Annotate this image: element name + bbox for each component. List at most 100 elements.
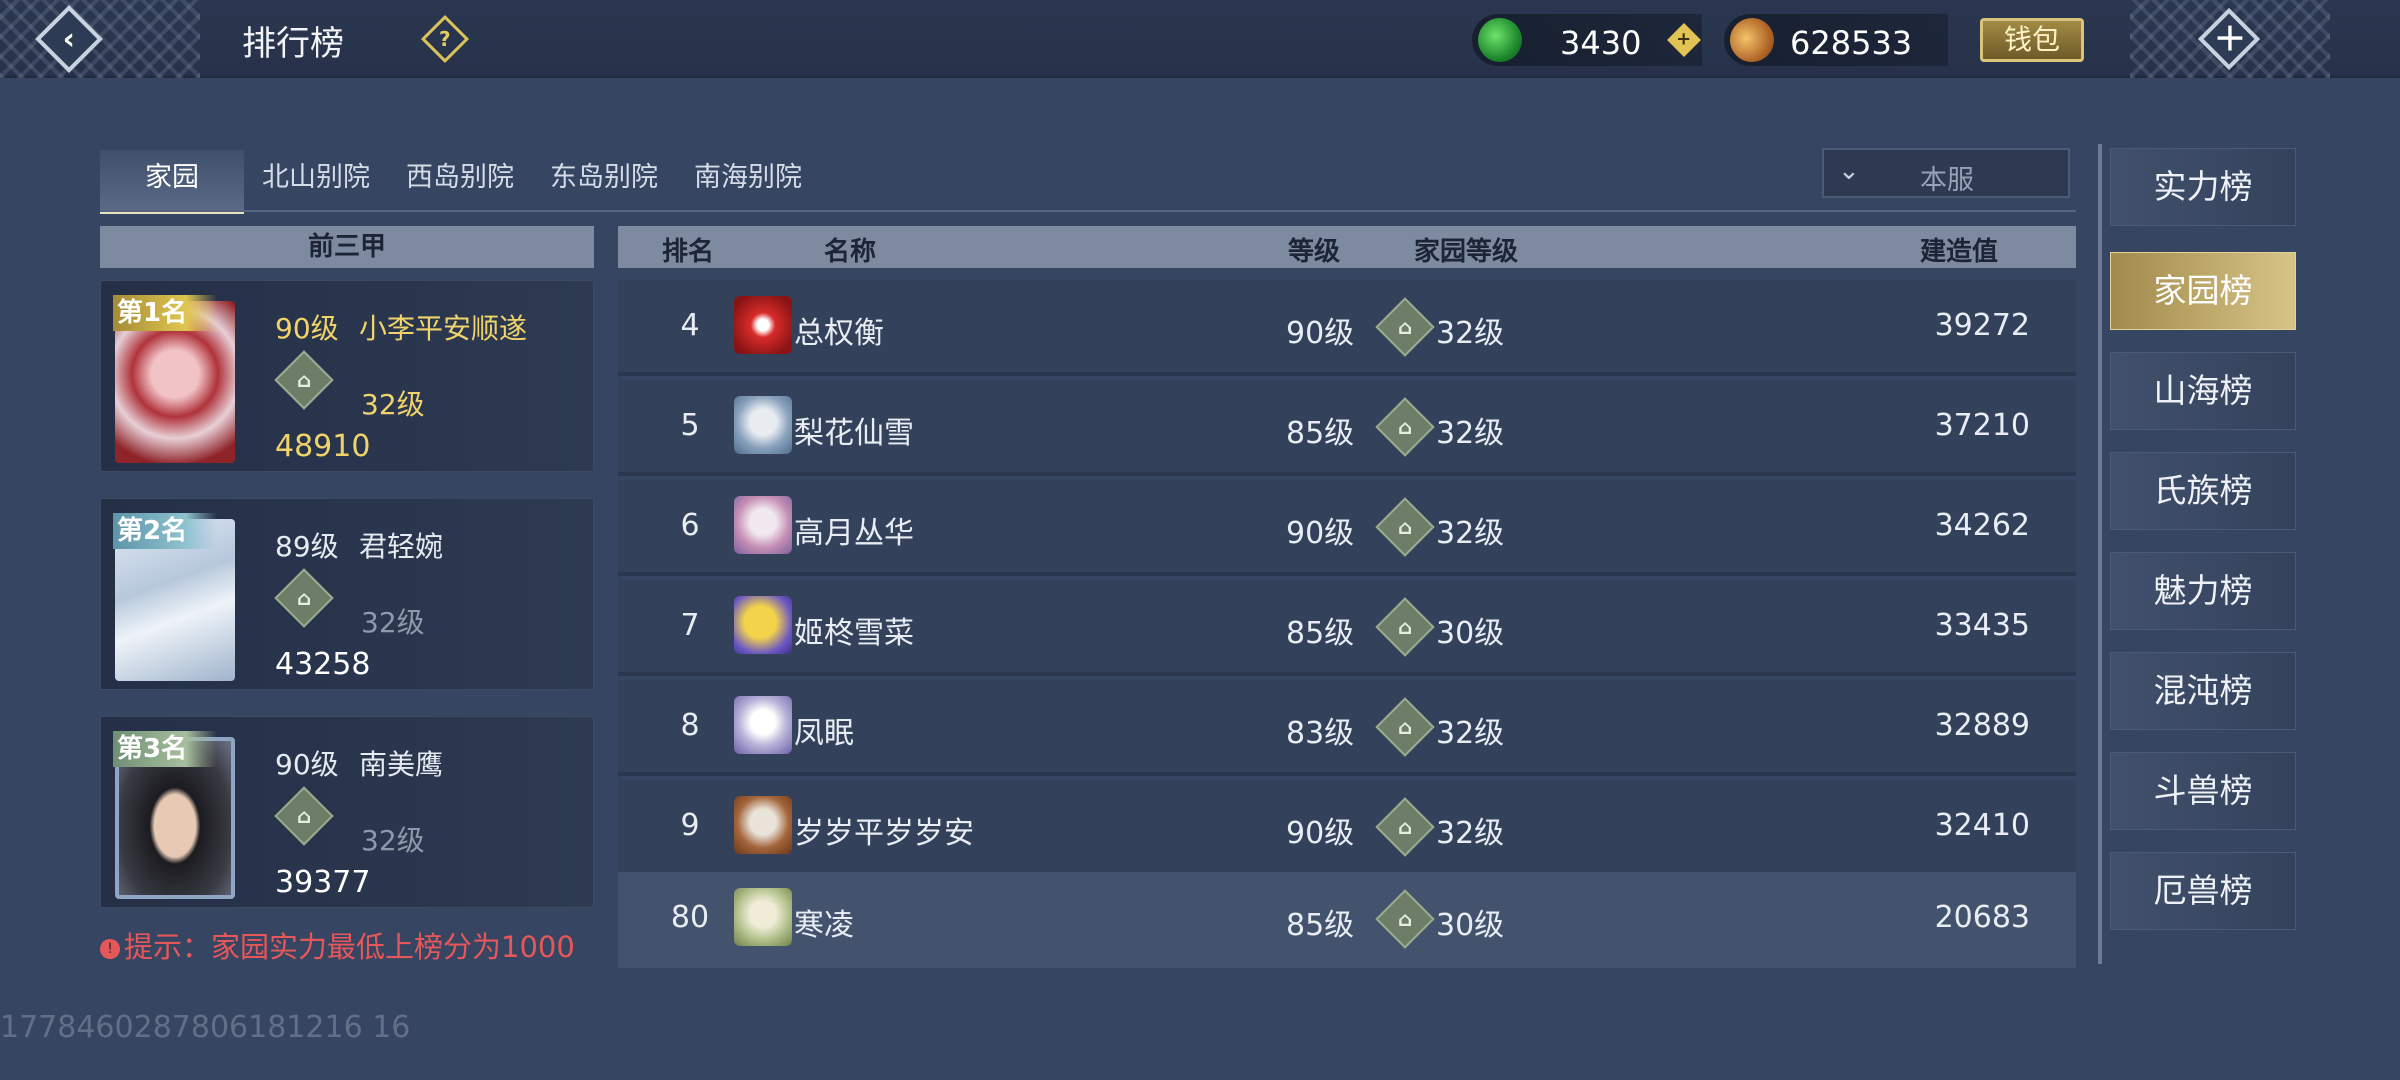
server-dropdown-value: 本服 (1920, 165, 1974, 196)
nav-beast-fight-rank[interactable]: 斗兽榜 (2110, 752, 2296, 830)
nav-strength-rank[interactable]: 实力榜 (2110, 148, 2296, 226)
table-row[interactable]: 5 梨花仙雪 85级 ⌂ 32级 37210 (618, 380, 2076, 476)
row-name: 姬柊雪菜 (794, 616, 914, 651)
close-icon: ✕ (2204, 14, 2254, 64)
home-level-icon: ⌂ (274, 350, 334, 410)
player-name: 君轻婉 (359, 530, 444, 563)
rank-badge: 第2名 (113, 513, 218, 549)
rank-badge: 第1名 (113, 295, 218, 331)
home-level: 32级 (361, 388, 425, 421)
table-row[interactable]: 7 姬柊雪菜 85级 ⌂ 30级 33435 (618, 580, 2076, 676)
hint-label: 提示：家园实力最低上榜分为1000 (124, 930, 575, 964)
avatar (734, 296, 792, 354)
rank-badge: 第3名 (113, 731, 218, 767)
home-level-icon: ⌂ (1375, 797, 1435, 857)
row-level: 85级 (1286, 908, 1355, 943)
player-name: 南美鹰 (359, 748, 444, 781)
table-header: 排名 名称 等级 家园等级 建造值 (618, 226, 2076, 268)
coin-amount: 628533 (1790, 24, 1913, 62)
home-level-icon: ⌂ (274, 568, 334, 628)
wallet-button[interactable]: 钱包 (1980, 18, 2084, 62)
avatar (734, 396, 792, 454)
coin-icon (1721, 9, 1783, 71)
page-title: 排行榜 (242, 24, 344, 64)
tab-home[interactable]: 家园 (100, 150, 244, 214)
my-rank-row[interactable]: 80 寒凌 85级 ⌂ 30级 20683 (618, 872, 2076, 968)
player-level: 90级 (275, 312, 339, 345)
home-level: 32级 (361, 606, 425, 639)
home-level-icon: ⌂ (1375, 297, 1435, 357)
row-level: 85级 (1286, 616, 1355, 651)
avatar (734, 596, 792, 654)
row-level: 90级 (1286, 516, 1355, 551)
player-name: 小李平安顺遂 (359, 312, 528, 345)
build-score: 43258 (275, 647, 371, 682)
server-dropdown[interactable]: ⌄ 本服 (1822, 148, 2070, 198)
question-icon[interactable]: ? (420, 14, 470, 64)
nav-home-rank[interactable]: 家园榜 (2110, 252, 2296, 330)
player-level: 89级 (275, 530, 339, 563)
avatar (734, 496, 792, 554)
watermark-text: 1778460287806181216 16 (0, 1010, 411, 1045)
row-build-score: 33435 (1934, 608, 2030, 643)
home-level-icon: ⌂ (1375, 597, 1435, 657)
build-score: 39377 (275, 865, 371, 900)
home-level-icon: ⌂ (1375, 497, 1435, 557)
region-tabs: 家园 北山别院 西岛别院 东岛别院 南海别院 (100, 150, 820, 214)
table-row[interactable]: 8 凤眠 83级 ⌂ 32级 32889 (618, 680, 2076, 776)
row-home-level: 32级 (1436, 816, 1505, 851)
row-name: 岁岁平岁岁安 (794, 816, 974, 851)
row-home-level: 30级 (1436, 908, 1505, 943)
row-name: 凤眠 (794, 716, 854, 751)
column-level: 等级 (1288, 237, 1341, 267)
tabs-divider (100, 210, 2076, 212)
row-level: 85级 (1286, 416, 1355, 451)
column-home-level: 家园等级 (1414, 237, 1519, 267)
back-button[interactable]: ‹ (34, 4, 104, 74)
top3-card-2[interactable]: 第2名 89级 君轻婉 ⌂ 32级 43258 (100, 498, 594, 690)
row-build-score: 34262 (1934, 508, 2030, 543)
row-home-level: 32级 (1436, 516, 1505, 551)
nav-divider (2098, 144, 2102, 964)
nav-calamity-beast-rank[interactable]: 厄兽榜 (2110, 852, 2296, 930)
row-name: 寒凌 (794, 908, 854, 943)
coin-currency: 628533 (1721, 9, 1948, 71)
close-button[interactable]: ✕ (2196, 6, 2262, 72)
top3-card-3[interactable]: 第3名 90级 南美鹰 ⌂ 32级 39377 (100, 716, 594, 908)
row-build-score: 32889 (1934, 708, 2030, 743)
avatar (734, 888, 792, 946)
tab-xidao[interactable]: 西岛别院 (388, 150, 532, 214)
tab-nanhai[interactable]: 南海别院 (676, 150, 820, 214)
jade-icon (1478, 18, 1522, 62)
nav-chaos-rank[interactable]: 混沌榜 (2110, 652, 2296, 730)
table-row[interactable]: 9 岁岁平岁岁安 90级 ⌂ 32级 32410 (618, 780, 2076, 876)
row-name: 高月丛华 (794, 516, 914, 551)
row-build-score: 32410 (1934, 808, 2030, 843)
top3-card-1[interactable]: 第1名 90级 小李平安顺遂 ⌂ 32级 48910 (100, 280, 594, 472)
tab-beishan[interactable]: 北山别院 (244, 150, 388, 214)
tab-dongdao[interactable]: 东岛别院 (532, 150, 676, 214)
row-home-level: 32级 (1436, 316, 1505, 351)
home-level-icon: ⌂ (1375, 889, 1435, 949)
avatar (734, 696, 792, 754)
row-build-score: 20683 (1934, 900, 2030, 935)
column-name: 名称 (824, 237, 877, 267)
table-row[interactable]: 6 高月丛华 90级 ⌂ 32级 34262 (618, 480, 2076, 576)
chevron-down-icon: ⌄ (1838, 156, 1860, 186)
home-level: 32级 (361, 824, 425, 857)
warning-icon: ! (100, 939, 120, 959)
row-level: 83级 (1286, 716, 1355, 751)
row-name: 梨花仙雪 (794, 416, 914, 451)
table-row[interactable]: 4 总权衡 90级 ⌂ 32级 39272 (618, 280, 2076, 376)
row-home-level: 30级 (1436, 616, 1505, 651)
jade-amount: 3430 (1560, 24, 1642, 62)
home-level-icon: ⌂ (274, 786, 334, 846)
nav-charm-rank[interactable]: 魅力榜 (2110, 552, 2296, 630)
row-level: 90级 (1286, 316, 1355, 351)
row-home-level: 32级 (1436, 416, 1505, 451)
top-bar: ‹ 排行榜 ? 3430 + 628533 钱包 ✕ (0, 0, 2400, 78)
top3-header: 前三甲 (100, 226, 594, 268)
nav-shanhai-rank[interactable]: 山海榜 (2110, 352, 2296, 430)
nav-clan-rank[interactable]: 氏族榜 (2110, 452, 2296, 530)
row-name: 总权衡 (794, 316, 884, 351)
